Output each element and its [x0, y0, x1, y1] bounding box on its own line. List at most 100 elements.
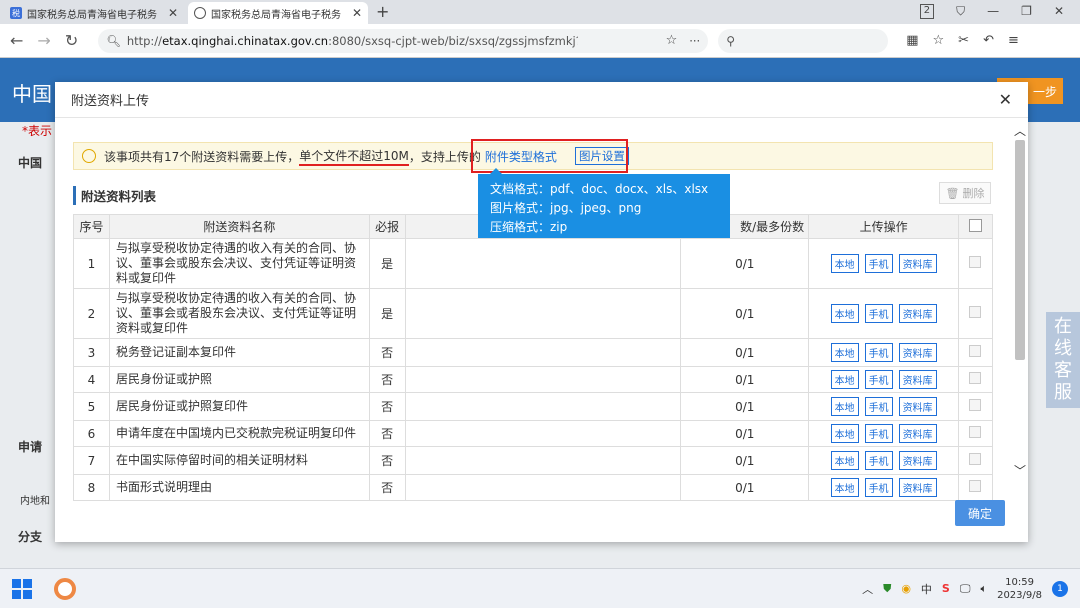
upload-library-button[interactable]: 资料库	[898, 304, 937, 323]
favorites-icon[interactable]: ☆	[933, 33, 945, 48]
row-checkbox[interactable]	[969, 372, 982, 384]
upload-phone-button[interactable]: 手机	[864, 451, 893, 470]
grid-icon[interactable]: ▦	[906, 33, 918, 48]
section-title: 中国	[18, 156, 43, 170]
shirt-icon[interactable]: ⛉	[956, 4, 965, 19]
delete-button[interactable]: 🗑︎ 删除	[939, 182, 991, 204]
row-checkbox[interactable]	[969, 256, 982, 268]
upload-library-button[interactable]: 资料库	[898, 397, 937, 416]
upload-phone-button[interactable]: 手机	[864, 478, 893, 497]
search-icon: 🔍︎	[106, 33, 121, 48]
upload-phone-button[interactable]: 手机	[864, 370, 893, 389]
row-number: 4	[73, 366, 110, 393]
upload-library-button[interactable]: 资料库	[898, 424, 937, 443]
upload-library-button[interactable]: 资料库	[898, 343, 937, 362]
delete-label: 删除	[962, 187, 985, 200]
required-flag: 否	[368, 420, 406, 447]
tab-count-badge[interactable]: 2	[919, 4, 935, 19]
scrollbar-thumb[interactable]	[1015, 140, 1025, 360]
back-arrow-icon[interactable]: ←	[10, 31, 23, 50]
scissors-icon[interactable]: ✂	[958, 33, 969, 48]
upload-phone-button[interactable]: 手机	[864, 254, 893, 273]
upload-phone-button[interactable]: 手机	[864, 424, 893, 443]
row-checkbox[interactable]	[969, 480, 982, 492]
attachment-name: 申请年度在中国境内已交税款完税证明复印件	[108, 420, 370, 447]
windows-start-icon[interactable]	[12, 578, 32, 599]
chevron-up-icon[interactable]: ︿	[862, 581, 873, 597]
row-checkbox[interactable]	[969, 345, 982, 357]
window-close-icon[interactable]: ✕	[1054, 4, 1064, 19]
close-icon[interactable]: ✕	[999, 90, 1012, 109]
upload-actions: 本地 手机 资料库	[808, 288, 959, 339]
taskbar: ︿ ⛊ ◉ 中 S 🖵︎ 🔈︎ 10:59 2023/9/8 1	[0, 568, 1080, 608]
tab-close-icon[interactable]: ✕	[168, 6, 178, 20]
side-note: *表示	[22, 124, 53, 138]
notice-text-pre: 该事项共有17个附送资料需要上传，	[104, 149, 300, 164]
row-checkbox[interactable]	[969, 453, 982, 465]
upload-local-button[interactable]: 本地	[830, 304, 859, 323]
new-tab-button[interactable]: +	[376, 2, 389, 24]
upload-phone-button[interactable]: 手机	[864, 343, 893, 362]
upload-local-button[interactable]: 本地	[830, 451, 859, 470]
monitor-icon[interactable]: 🖵︎	[960, 582, 971, 596]
required-flag: 是	[368, 238, 406, 289]
tab-close-icon[interactable]: ✕	[352, 6, 362, 20]
upload-phone-button[interactable]: 手机	[864, 397, 893, 416]
clock[interactable]: 10:59 2023/9/8	[997, 576, 1042, 602]
table-row: 6 申请年度在中国境内已交税款完税证明复印件否 0/1 本地 手机 资料库	[73, 420, 994, 447]
more-dots-icon[interactable]: ···	[689, 34, 700, 48]
upload-library-button[interactable]: 资料库	[898, 254, 937, 273]
tax-favicon-icon: 税	[10, 7, 22, 19]
sogou-icon[interactable]: S	[942, 582, 950, 595]
upload-local-button[interactable]: 本地	[830, 397, 859, 416]
security-icon[interactable]: ◉	[901, 582, 911, 595]
scroll-up-icon[interactable]: ︿	[1014, 122, 1026, 139]
row-checkbox[interactable]	[969, 426, 982, 438]
upload-actions: 本地 手机 资料库	[808, 366, 959, 393]
browser-tab-2[interactable]: 国家税务总局青海省电子税务 ✕	[188, 2, 368, 24]
forward-arrow-icon[interactable]: →	[37, 31, 50, 50]
bookmark-star-icon[interactable]: ☆	[666, 33, 678, 48]
upload-local-button[interactable]: 本地	[830, 424, 859, 443]
minimize-icon[interactable]: —	[987, 4, 999, 19]
url-host: etax.qinghai.chinatax.gov.cn	[162, 33, 329, 48]
url-field[interactable]: 🔍︎ http://etax.qinghai.chinatax.gov.cn:8…	[98, 28, 709, 53]
ime-indicator[interactable]: 中	[921, 581, 932, 597]
upload-phone-button[interactable]: 手机	[864, 304, 893, 323]
upload-local-button[interactable]: 本地	[830, 343, 859, 362]
undo-icon[interactable]: ↶	[983, 33, 994, 48]
checkbox[interactable]	[968, 218, 982, 232]
select-all-checkbox[interactable]	[957, 214, 994, 239]
notification-badge[interactable]: 1	[1052, 580, 1068, 597]
row-checkbox[interactable]	[969, 306, 982, 318]
menu-icon[interactable]: ≡	[1008, 33, 1019, 48]
table-row: 1 与拟享受税收协定待遇的收入有关的合同、协议、董事会或股东会决议、支付凭证等证明…	[73, 238, 994, 289]
url-rest: :8080/sxsq-cjpt-web/biz/sxsq/zgssjmsfzmk…	[328, 33, 578, 48]
speaker-icon[interactable]: 🔈︎	[980, 582, 987, 596]
upload-library-button[interactable]: 资料库	[898, 451, 937, 470]
scroll-down-icon[interactable]: ﹀	[1014, 462, 1026, 479]
row-checkbox-cell	[957, 392, 994, 421]
upload-local-button[interactable]: 本地	[830, 370, 859, 389]
dialog-scrollbar[interactable]: ︿ ﹀	[1013, 122, 1027, 492]
column-header: 附送资料名称	[108, 214, 370, 239]
upload-local-button[interactable]: 本地	[830, 254, 859, 273]
attachment-name: 与拟享受税收协定待遇的收入有关的合同、协议、董事会或股东会决议、支付凭证等证明资…	[108, 238, 370, 289]
row-checkbox-cell	[957, 238, 994, 289]
browser-search-input[interactable]: ⚲	[718, 28, 889, 53]
reload-icon[interactable]: ↻	[65, 31, 78, 50]
upload-library-button[interactable]: 资料库	[898, 370, 937, 389]
restore-icon[interactable]: ❐	[1021, 4, 1032, 19]
online-service-button[interactable]: 在线客服	[1046, 312, 1080, 408]
trash-icon: 🗑︎	[945, 186, 960, 200]
attachment-name: 书面形式说明理由	[108, 474, 370, 501]
upload-library-button[interactable]: 资料库	[898, 478, 937, 497]
address-bar-row: ← → ↻ 🔍︎ http://etax.qinghai.chinatax.go…	[0, 24, 1080, 58]
shield-icon[interactable]: ⛊	[883, 582, 891, 596]
confirm-button[interactable]: 确定	[955, 500, 1005, 526]
browser-tab-1[interactable]: 税 国家税务总局青海省电子税务 ✕	[4, 2, 184, 24]
browser-app-icon[interactable]	[54, 577, 76, 600]
row-checkbox[interactable]	[969, 399, 982, 411]
upload-local-button[interactable]: 本地	[830, 478, 859, 497]
file-cell	[404, 446, 682, 475]
